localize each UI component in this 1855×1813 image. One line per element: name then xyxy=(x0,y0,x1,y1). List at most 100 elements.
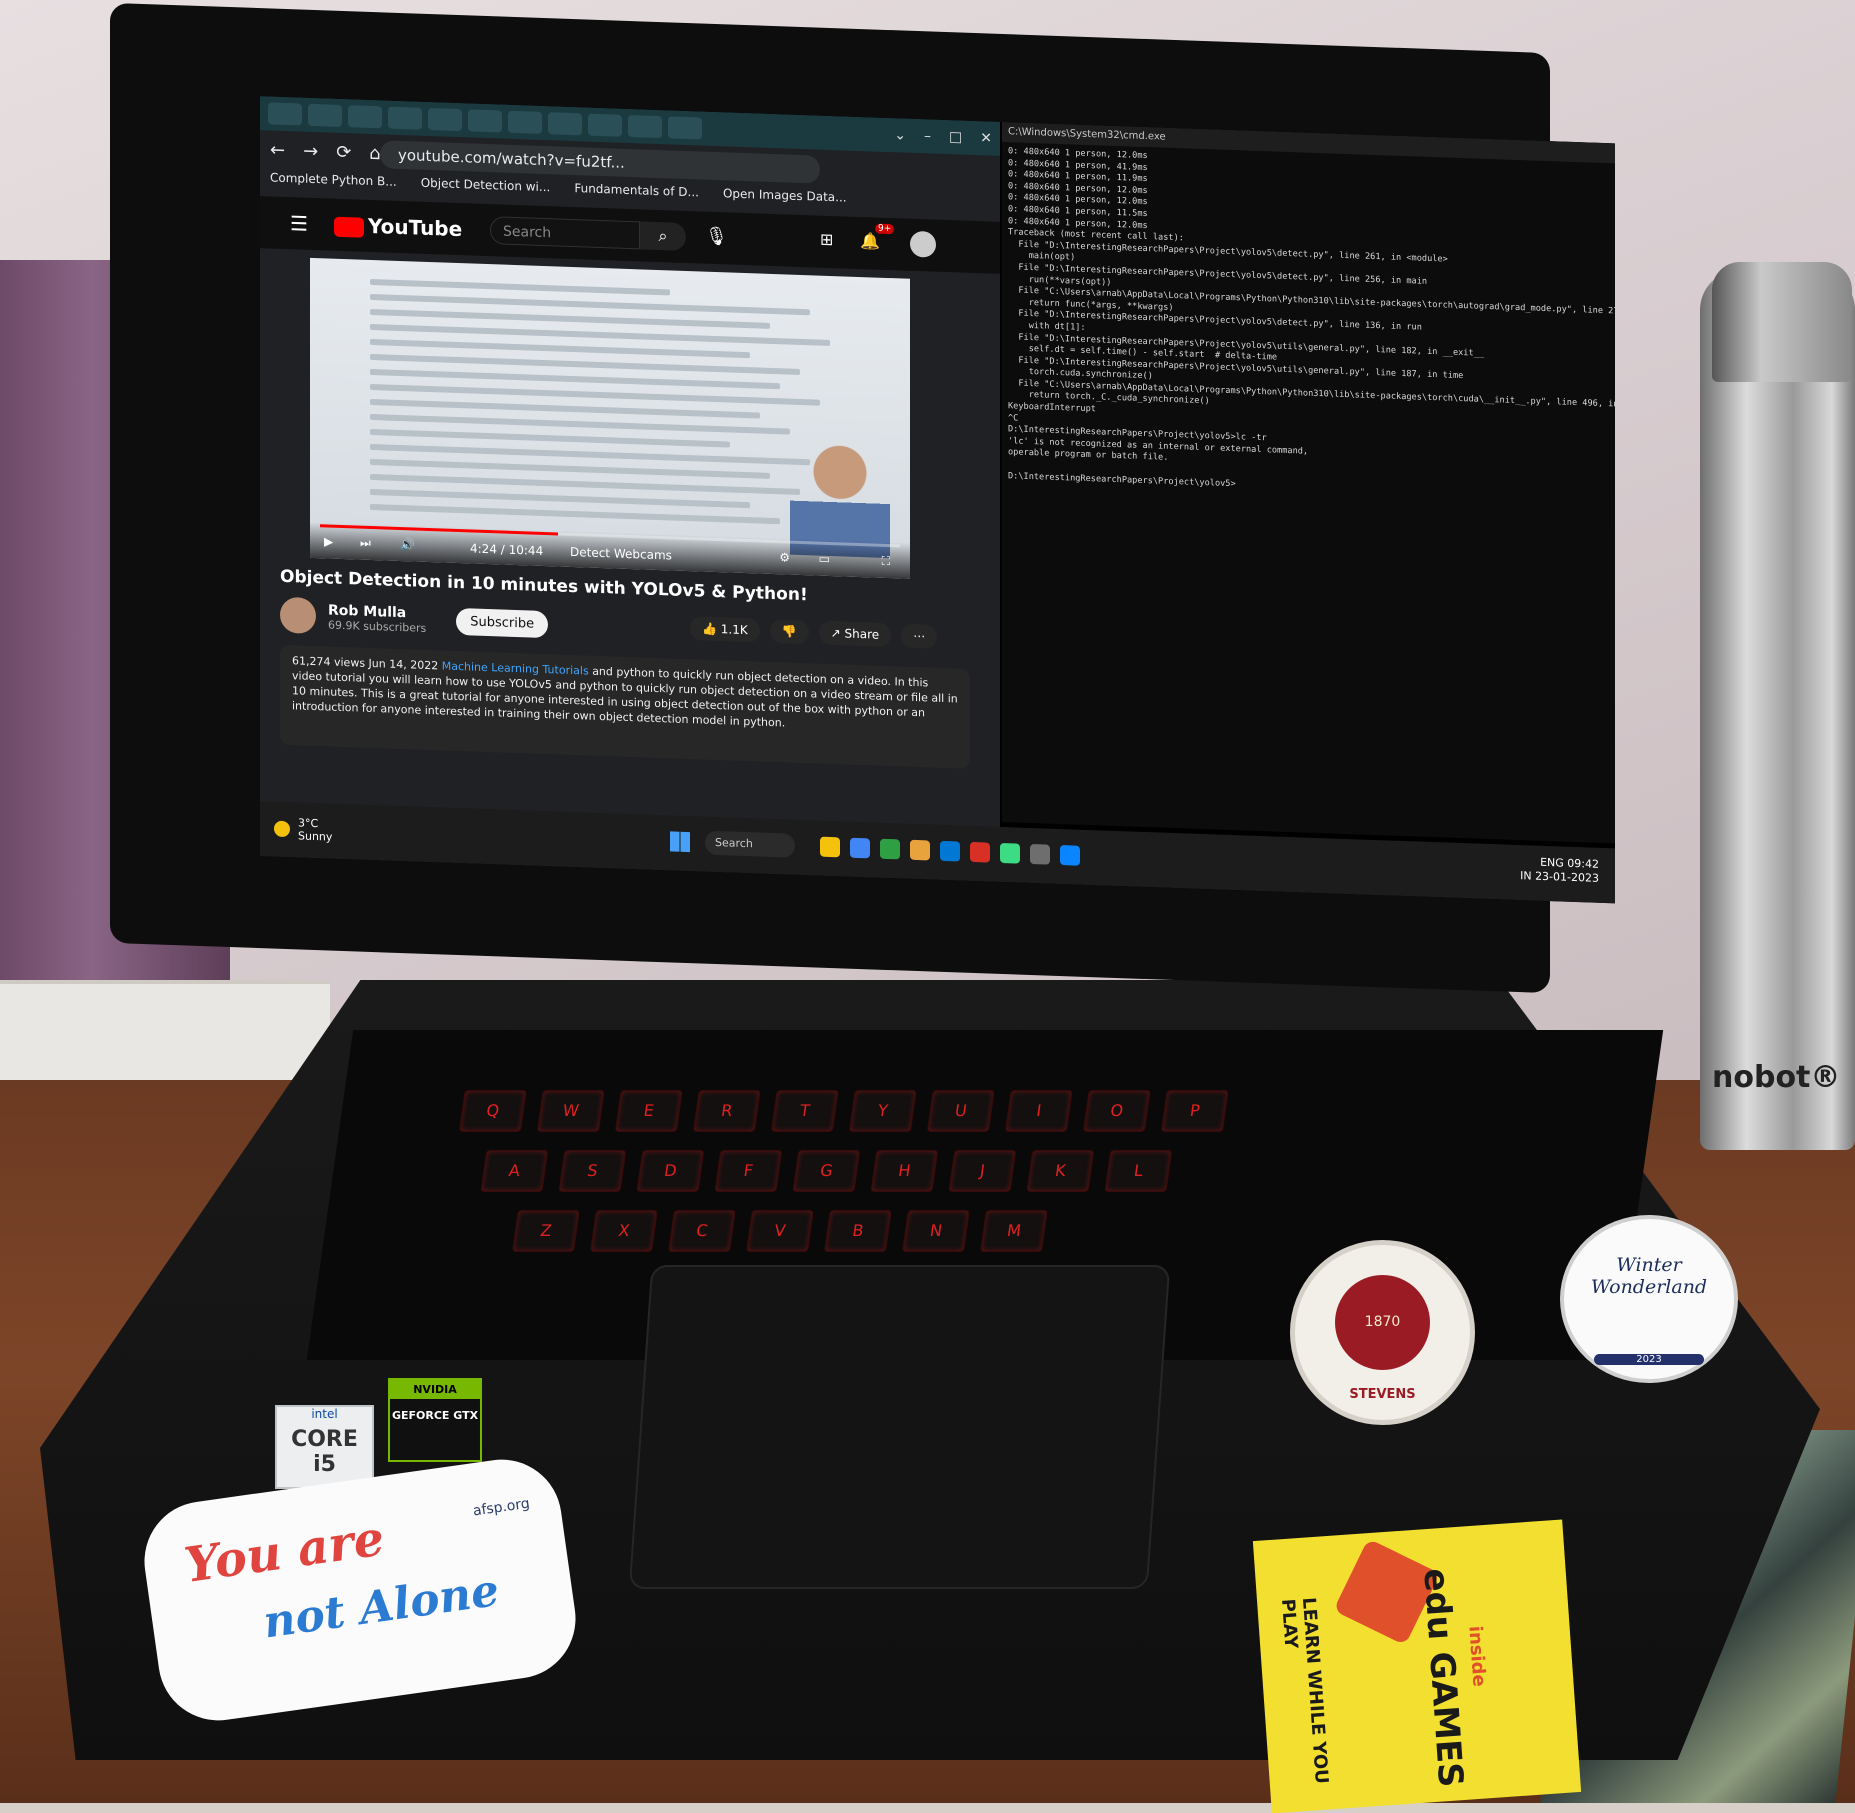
browser-tab[interactable] xyxy=(628,114,662,139)
forward-arrow-icon[interactable]: → xyxy=(303,138,318,167)
video-player[interactable]: ▶ ⏭ 🔊 4:24 / 10:44 Detect Webcams ⚙ ▭ ⛶ xyxy=(310,257,910,579)
system-tray[interactable]: ENG 09:42 IN 23-01-2023 xyxy=(1520,855,1599,886)
key-r[interactable]: R xyxy=(692,1090,761,1132)
key-i[interactable]: I xyxy=(1004,1090,1073,1132)
bookmark-item[interactable]: Open Images Data... xyxy=(723,186,847,204)
browser-tab[interactable] xyxy=(548,112,582,136)
taskbar-app-icon[interactable] xyxy=(910,839,930,861)
winter-year: 2023 xyxy=(1594,1354,1704,1365)
browser-tab[interactable] xyxy=(388,106,422,130)
back-arrow-icon[interactable]: ← xyxy=(270,136,285,165)
bookmark-item[interactable]: Object Detection wi... xyxy=(421,176,551,195)
key-u[interactable]: U xyxy=(926,1090,995,1132)
key-g[interactable]: G xyxy=(792,1150,861,1192)
sun-icon xyxy=(274,820,290,838)
windows-start-icon[interactable] xyxy=(670,831,690,853)
laptop-screen: ⌄ – □ ✕ ← → ⟳ ⌂ youtube.com/watch?v=fu2t… xyxy=(260,96,1615,904)
create-icon[interactable]: ⊞ xyxy=(820,230,833,249)
key-t[interactable]: T xyxy=(770,1090,839,1132)
key-z[interactable]: Z xyxy=(511,1210,580,1252)
key-j[interactable]: J xyxy=(948,1150,1017,1192)
key-l[interactable]: L xyxy=(1104,1150,1173,1192)
share-button[interactable]: ↗ Share xyxy=(818,620,892,648)
key-n[interactable]: N xyxy=(901,1210,970,1252)
video-description[interactable]: 61,274 views Jun 14, 2022 Machine Learni… xyxy=(280,644,970,769)
taskbar-app-icon[interactable] xyxy=(1030,843,1050,865)
play-icon[interactable]: ▶ xyxy=(324,534,333,548)
taskbar-search[interactable]: Search xyxy=(705,830,795,858)
taskbar-app-icon[interactable] xyxy=(940,840,960,862)
browser-tab[interactable] xyxy=(348,105,382,129)
youtube-search-input[interactable]: Search xyxy=(490,216,640,250)
console-output[interactable]: 0: 480x640 1 person, 12.0ms 0: 480x640 1… xyxy=(1002,142,1615,508)
key-e[interactable]: E xyxy=(614,1090,683,1132)
stevens-seal: 1870 xyxy=(1335,1275,1430,1370)
bell-icon[interactable]: 🔔 xyxy=(860,231,880,251)
browser-tab[interactable] xyxy=(428,107,462,132)
volume-icon[interactable]: 🔊 xyxy=(400,537,415,552)
bottle-brand: nobot® xyxy=(1712,1060,1841,1095)
key-k[interactable]: K xyxy=(1026,1150,1095,1192)
minimize-icon[interactable]: – xyxy=(924,125,931,147)
key-y[interactable]: Y xyxy=(848,1090,917,1132)
channel-avatar[interactable] xyxy=(280,596,316,635)
close-icon[interactable]: ✕ xyxy=(980,127,992,149)
tab-search-icon[interactable]: ⌄ xyxy=(894,124,906,146)
nav-buttons: ← → ⟳ ⌂ xyxy=(270,136,381,168)
key-o[interactable]: O xyxy=(1082,1090,1151,1132)
bookmark-item[interactable]: Complete Python B... xyxy=(270,170,397,188)
key-h[interactable]: H xyxy=(870,1150,939,1192)
bookmark-item[interactable]: Fundamentals of D... xyxy=(574,181,699,199)
key-a[interactable]: A xyxy=(480,1150,549,1192)
nvidia-brand: NVIDIA xyxy=(390,1380,480,1399)
youtube-logo[interactable]: YouTube xyxy=(334,213,462,241)
taskbar-app-icon[interactable] xyxy=(1000,842,1020,864)
browser-tab[interactable] xyxy=(468,109,502,133)
key-p[interactable]: P xyxy=(1160,1090,1229,1132)
reload-icon[interactable]: ⟳ xyxy=(336,139,351,168)
browser-tab[interactable] xyxy=(588,113,622,137)
key-c[interactable]: C xyxy=(667,1210,736,1252)
key-b[interactable]: B xyxy=(823,1210,892,1252)
browser-tab[interactable] xyxy=(308,103,342,127)
browser-tab[interactable] xyxy=(268,102,302,126)
window-controls: ⌄ – □ ✕ xyxy=(894,124,992,149)
more-actions-icon[interactable]: ⋯ xyxy=(901,623,938,649)
browser-tab[interactable] xyxy=(508,110,542,134)
taskbar-app-icon[interactable] xyxy=(820,836,840,858)
search-icon[interactable]: ⌕ xyxy=(640,221,686,251)
subscribe-button[interactable]: Subscribe xyxy=(456,607,549,638)
video-chapter[interactable]: Detect Webcams xyxy=(570,545,672,563)
dislike-button[interactable]: 👎 xyxy=(769,618,809,645)
video-time: 4:24 / 10:44 xyxy=(470,541,544,558)
like-button[interactable]: 👍 1.1K xyxy=(690,616,760,643)
share-label: Share xyxy=(844,626,880,642)
key-w[interactable]: W xyxy=(536,1090,605,1132)
key-x[interactable]: X xyxy=(589,1210,658,1252)
alone-site: afsp.org xyxy=(471,1495,531,1520)
taskbar-app-icon[interactable] xyxy=(850,837,870,859)
key-f[interactable]: F xyxy=(714,1150,783,1192)
fullscreen-icon[interactable]: ⛶ xyxy=(882,554,890,569)
key-s[interactable]: S xyxy=(558,1150,627,1192)
taskbar-app-icon[interactable] xyxy=(970,841,990,863)
account-avatar[interactable] xyxy=(910,230,936,258)
menu-icon[interactable]: ☰ xyxy=(290,211,308,236)
settings-gear-icon[interactable]: ⚙ xyxy=(779,550,790,564)
next-icon[interactable]: ⏭ xyxy=(360,536,371,551)
taskbar-app-icon[interactable] xyxy=(880,838,900,860)
miniplayer-icon[interactable]: ▭ xyxy=(819,552,830,566)
key-v[interactable]: V xyxy=(745,1210,814,1252)
key-d[interactable]: D xyxy=(636,1150,705,1192)
microphone-icon[interactable]: 🎙 xyxy=(705,226,728,248)
edu-inside: inside xyxy=(1464,1625,1490,1688)
home-icon[interactable]: ⌂ xyxy=(369,140,380,168)
taskbar-app-icon[interactable] xyxy=(1060,845,1080,866)
touchpad[interactable] xyxy=(628,1265,1171,1589)
new-tab-button[interactable] xyxy=(668,116,702,140)
maximize-icon[interactable]: □ xyxy=(949,126,962,148)
tray-region: IN xyxy=(1520,869,1532,883)
key-m[interactable]: M xyxy=(979,1210,1048,1252)
key-q[interactable]: Q xyxy=(458,1090,527,1132)
weather-widget[interactable]: 3°C Sunny xyxy=(274,816,332,844)
